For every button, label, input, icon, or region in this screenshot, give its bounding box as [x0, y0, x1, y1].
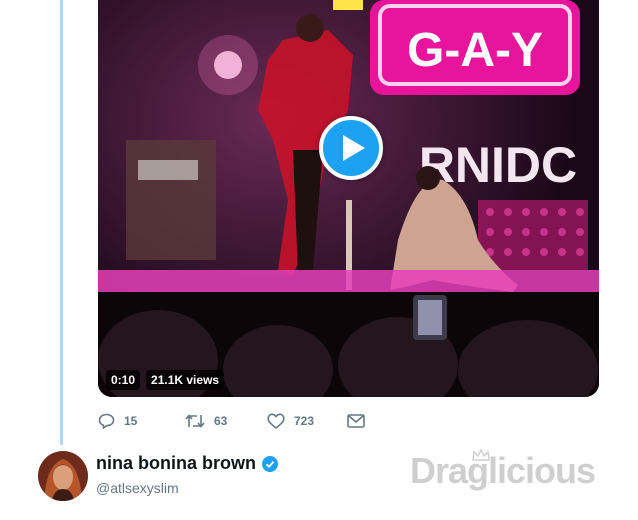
thread-connector-line — [60, 0, 63, 445]
reply-count: 15 — [124, 414, 138, 428]
sign-text: G-A-Y — [407, 24, 543, 77]
video-duration: 0:10 — [106, 370, 141, 390]
retweet-button[interactable]: 63 — [185, 413, 267, 429]
direct-message-button[interactable] — [347, 414, 365, 428]
video-meta: 0:10 21.1K views — [106, 370, 225, 390]
like-icon — [267, 413, 285, 429]
message-icon — [347, 414, 365, 428]
play-icon — [342, 135, 365, 161]
crown-icon — [472, 448, 490, 461]
reply-icon — [98, 413, 115, 429]
avatar[interactable] — [38, 451, 88, 501]
retweet-count: 63 — [214, 414, 228, 428]
verified-badge-icon — [262, 455, 278, 472]
like-button[interactable]: 723 — [267, 413, 347, 429]
author-block: nina bonina brown @atlsexyslim — [96, 453, 278, 496]
watermark-logo: Draglicious — [410, 450, 596, 491]
video-frame: G-A-Y RNIDC — [98, 0, 599, 397]
retweet-icon — [185, 414, 205, 428]
reply-button[interactable]: 15 — [98, 413, 185, 429]
author-name: nina bonina brown — [96, 453, 256, 473]
author-handle[interactable]: @atlsexyslim — [96, 480, 278, 496]
play-button[interactable] — [319, 116, 383, 180]
avatar-image — [38, 451, 88, 501]
tweet-actions: 15 63 723 — [98, 411, 365, 431]
like-count: 723 — [294, 414, 315, 428]
author-name-link[interactable]: nina bonina brown — [96, 453, 278, 474]
video-player[interactable]: G-A-Y RNIDC 0:10 21.1K views — [98, 0, 599, 397]
video-views: 21.1K views — [146, 370, 225, 390]
